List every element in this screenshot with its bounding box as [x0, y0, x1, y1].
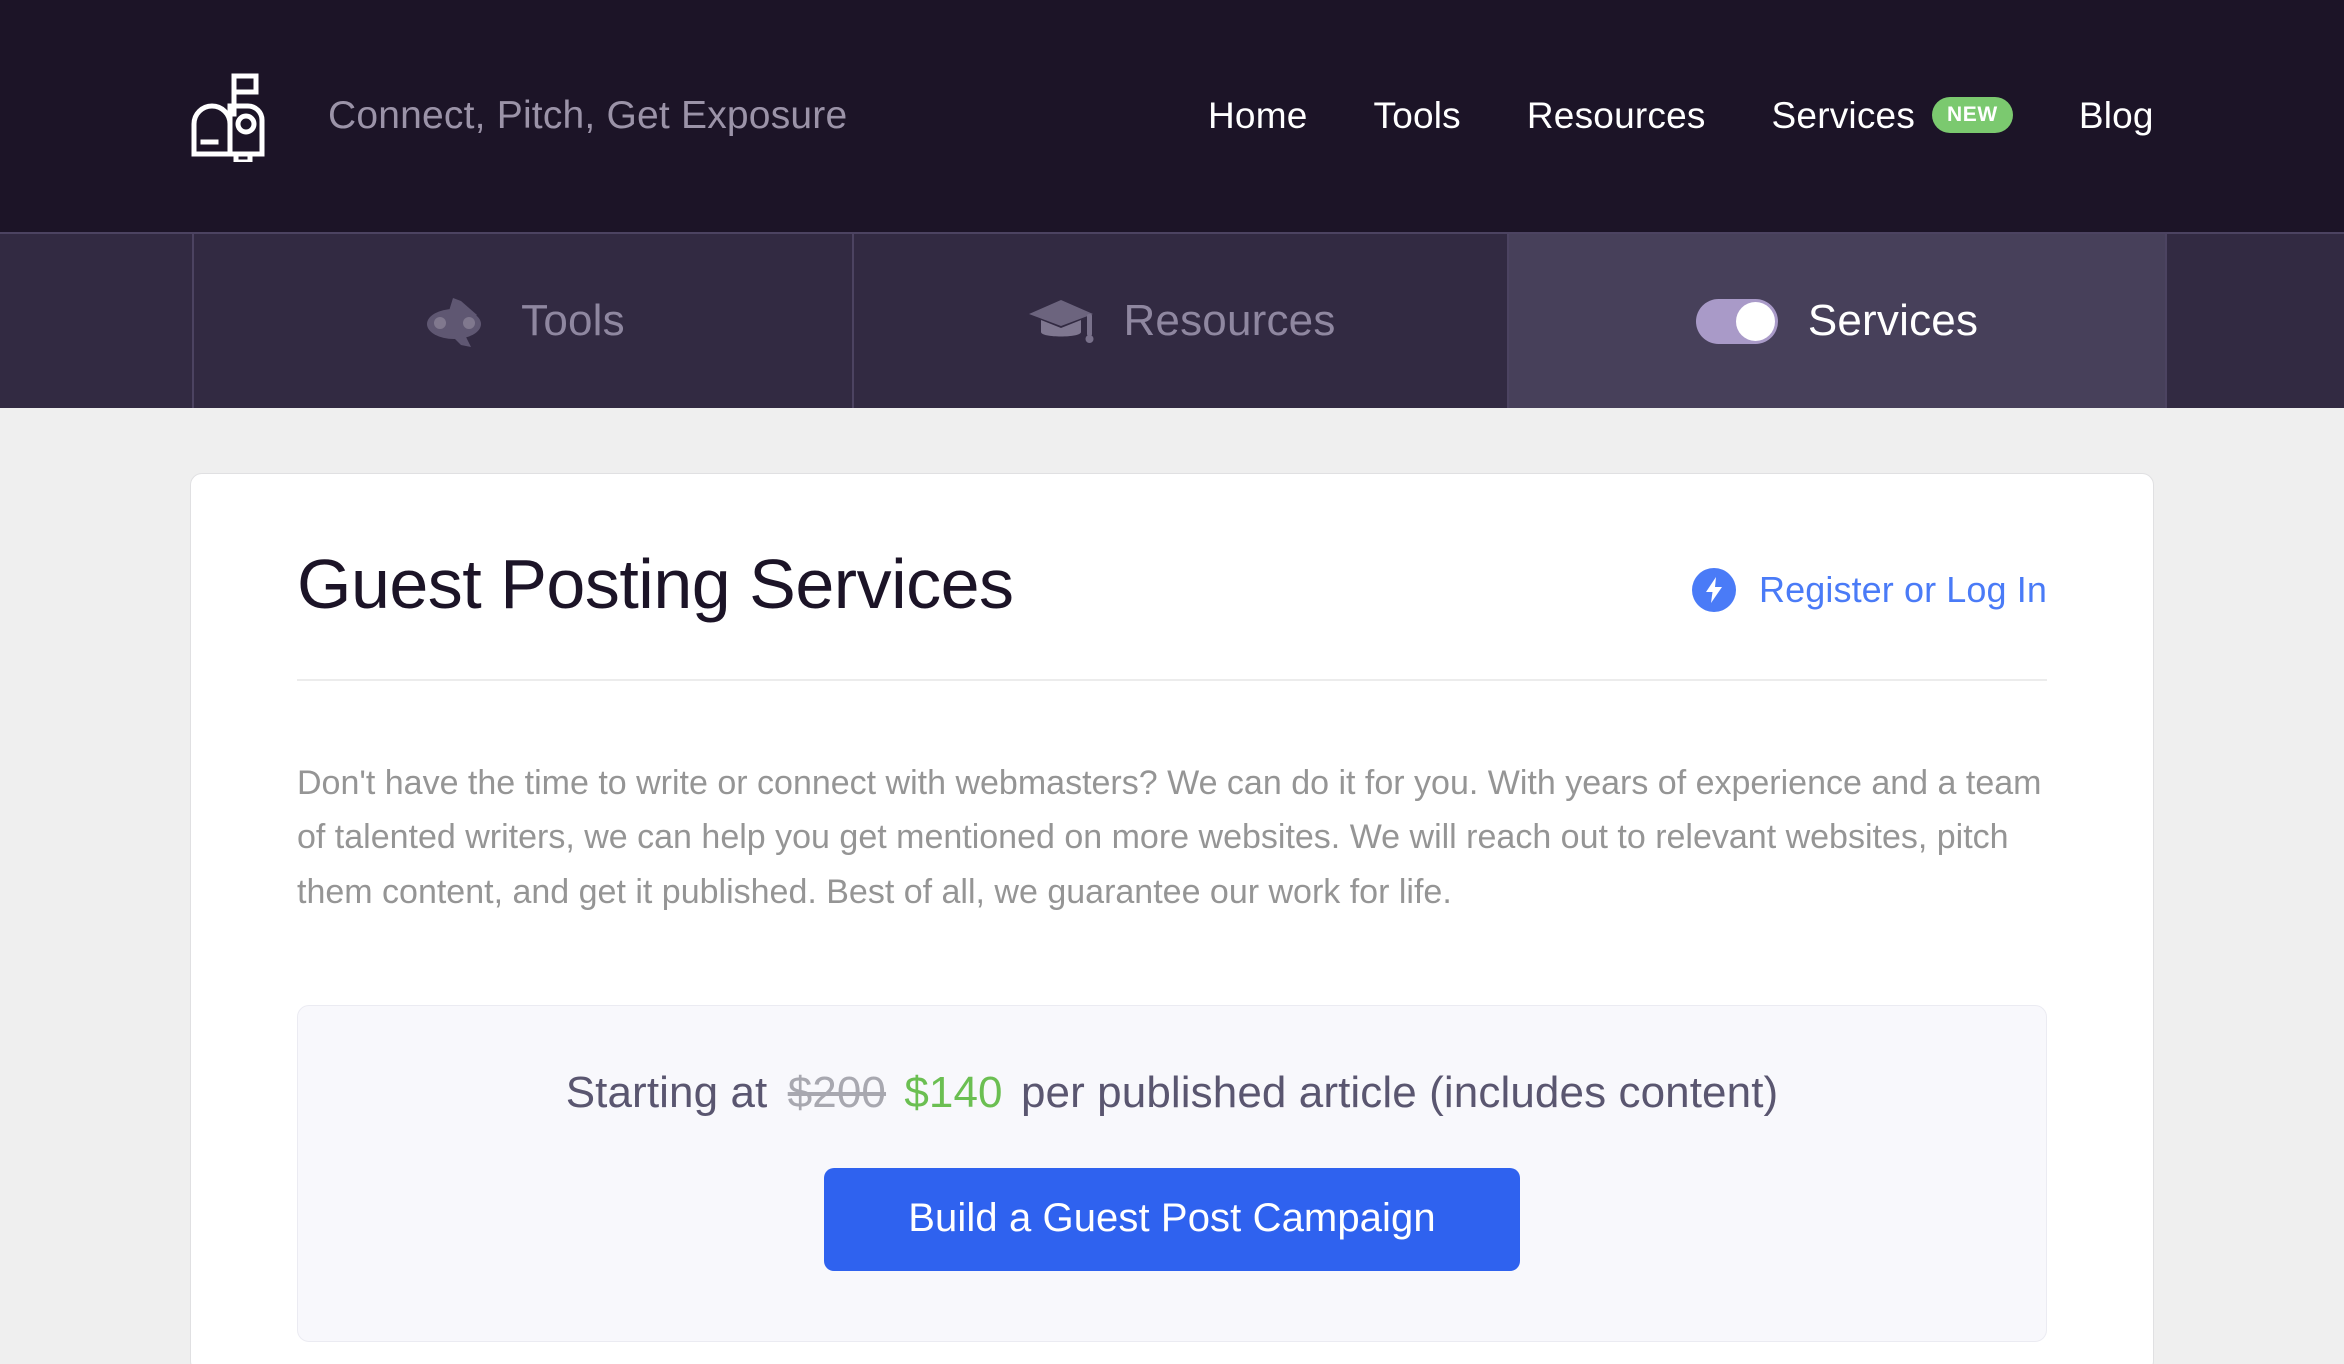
nav-link-home-label: Home: [1208, 95, 1308, 136]
tab-resources-label: Resources: [1123, 296, 1336, 345]
build-guest-post-campaign-button[interactable]: Build a Guest Post Campaign: [824, 1168, 1520, 1272]
services-toggle[interactable]: [1695, 298, 1778, 344]
tab-resources[interactable]: Resources: [852, 234, 1507, 408]
tab-bar-right-spacer: [2167, 234, 2344, 408]
register-link-label: Register or Log In: [1759, 568, 2047, 610]
register-or-login-link[interactable]: Register or Log In: [1692, 567, 2047, 612]
toggle-knob: [1735, 301, 1775, 341]
pricing-old-price: $200: [787, 1068, 887, 1118]
nav-link-tools-label: Tools: [1373, 95, 1461, 136]
nav-link-resources[interactable]: Resources: [1527, 95, 1706, 137]
site-tagline: Connect, Pitch, Get Exposure: [328, 94, 848, 137]
new-badge: NEW: [1932, 97, 2013, 133]
main-navigation: Home Tools Resources Services NEW Blog: [1208, 0, 2154, 232]
nav-link-services-label: Services: [1771, 95, 1916, 136]
intro-paragraph: Don't have the time to write or connect …: [297, 764, 2042, 911]
site-header: Connect, Pitch, Get Exposure Home Tools …: [0, 0, 2344, 232]
mailbox-icon[interactable]: [188, 70, 266, 162]
pricing-box: Starting at $200 $140 per published arti…: [297, 1005, 2047, 1343]
robot-icon: [421, 293, 495, 349]
services-card: Guest Posting Services Register or Log I…: [190, 473, 2154, 1364]
pricing-suffix: per published article (includes content): [1020, 1068, 1779, 1118]
card-inner: Guest Posting Services Register or Log I…: [191, 474, 2153, 1343]
pricing-new-price: $140: [904, 1068, 1003, 1118]
graduation-cap-icon: [1025, 294, 1097, 348]
tab-services[interactable]: Services: [1507, 234, 2167, 408]
tab-tools-label: Tools: [521, 296, 625, 345]
nav-link-tools[interactable]: Tools: [1374, 95, 1461, 137]
nav-link-blog[interactable]: Blog: [2079, 95, 2154, 137]
brand-block[interactable]: Connect, Pitch, Get Exposure: [188, 70, 847, 162]
lightning-bolt-icon: [1692, 567, 1737, 612]
nav-link-services[interactable]: Services NEW: [1772, 95, 2013, 137]
tab-bar-left-spacer: [0, 234, 192, 408]
section-tab-bar: Tools Resources Services: [0, 232, 2344, 408]
nav-link-blog-label: Blog: [2078, 95, 2154, 136]
nav-link-home[interactable]: Home: [1208, 95, 1308, 137]
pricing-prefix: Starting at: [565, 1068, 768, 1118]
pricing-line: Starting at $200 $140 per published arti…: [338, 1068, 2006, 1118]
card-header-row: Guest Posting Services Register or Log I…: [297, 474, 2047, 623]
page-body: Guest Posting Services Register or Log I…: [0, 408, 2344, 1364]
page-title: Guest Posting Services: [297, 545, 1014, 623]
nav-link-resources-label: Resources: [1526, 95, 1706, 136]
tab-tools[interactable]: Tools: [192, 234, 852, 408]
header-divider: [297, 679, 2047, 681]
tab-services-label: Services: [1807, 296, 1979, 345]
